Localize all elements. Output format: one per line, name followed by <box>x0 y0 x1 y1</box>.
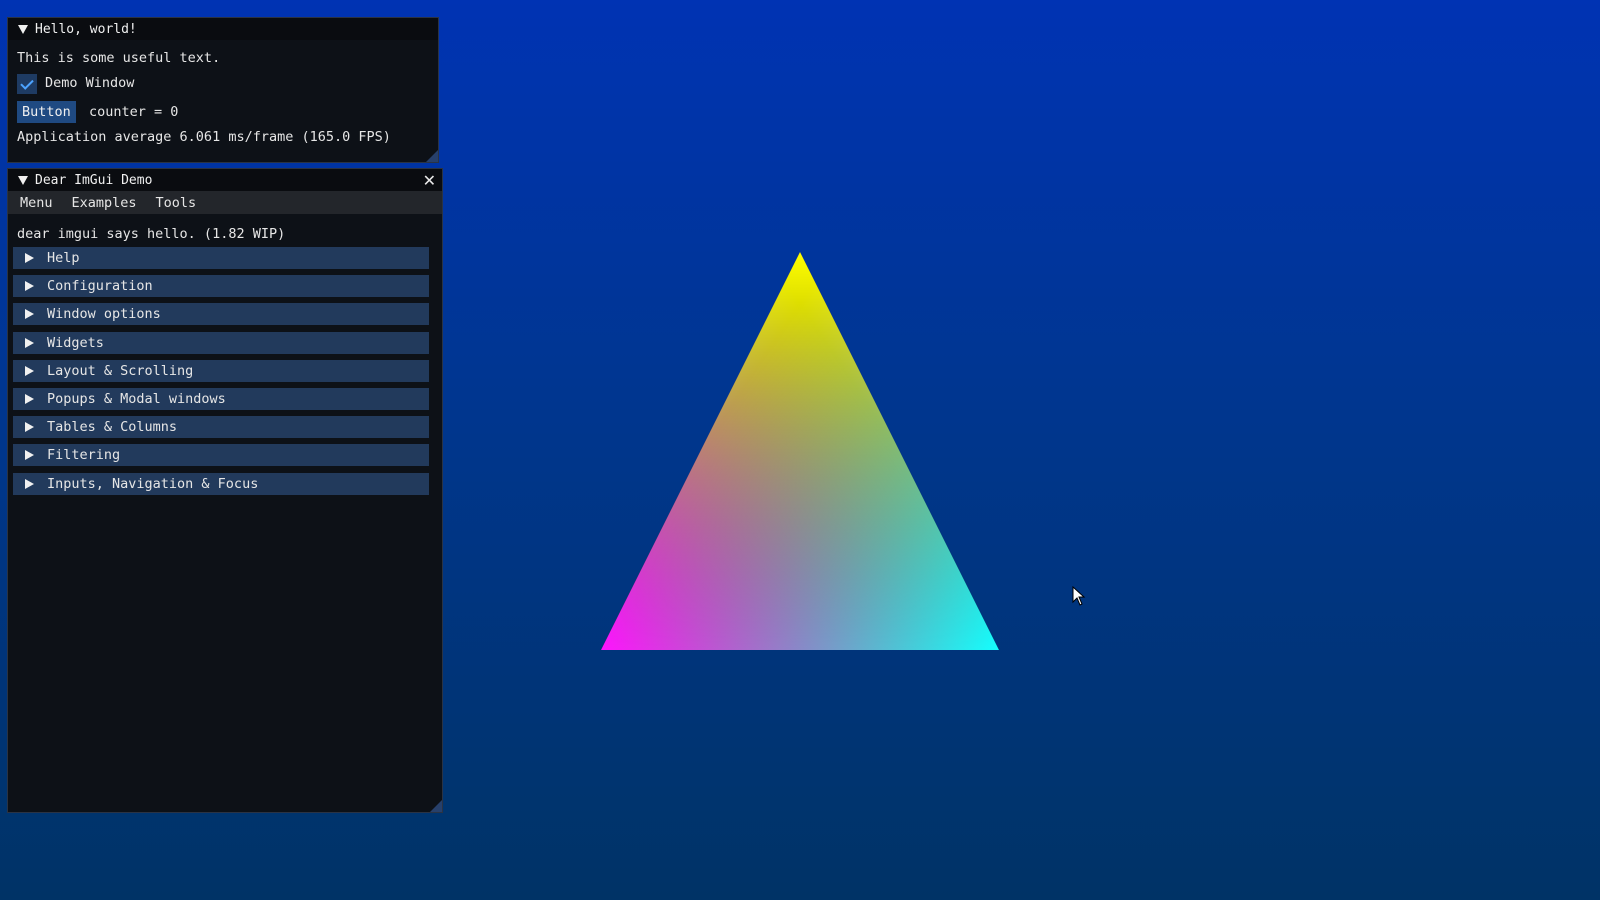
header-label: Help <box>47 250 80 266</box>
header-help[interactable]: Help <box>13 247 429 269</box>
hello-window-title: Hello, world! <box>35 21 137 37</box>
header-tables-columns[interactable]: Tables & Columns <box>13 416 429 439</box>
header-label: Window options <box>47 306 161 323</box>
resize-grip[interactable] <box>430 800 442 812</box>
tree-arrow-icon <box>25 281 34 292</box>
menu-item-tools[interactable]: Tools <box>156 195 197 211</box>
header-label: Configuration <box>47 278 153 295</box>
tree-arrow-icon <box>25 253 34 263</box>
counter-text: counter = 0 <box>89 104 179 120</box>
demo-window-titlebar[interactable]: Dear ImGui Demo ✕ <box>8 169 442 191</box>
header-filtering[interactable]: Filtering <box>13 444 429 467</box>
demo-window-checkbox[interactable] <box>17 74 37 94</box>
demo-window-title: Dear ImGui Demo <box>35 172 153 188</box>
collapse-arrow-icon[interactable] <box>18 24 28 34</box>
tree-arrow-icon <box>25 393 34 404</box>
header-layout-scrolling[interactable]: Layout & Scrolling <box>13 359 429 382</box>
tree-arrow-icon <box>25 365 34 376</box>
close-icon[interactable]: ✕ <box>423 171 436 190</box>
tree-arrow-icon <box>25 422 34 433</box>
header-inputs-navigation-focus[interactable]: Inputs, Navigation & Focus <box>13 472 429 495</box>
resize-grip[interactable] <box>426 150 438 162</box>
hello-window-titlebar[interactable]: Hello, world! <box>8 18 438 40</box>
intro-text: dear imgui says hello. (1.82 WIP) <box>17 226 286 242</box>
hello-world-window[interactable]: Hello, world! This is some useful text. … <box>7 17 439 163</box>
header-label: Filtering <box>47 447 121 464</box>
header-label: Widgets <box>47 334 104 351</box>
color-triangle <box>601 252 999 650</box>
menu-bar: Menu Examples Tools <box>8 191 442 214</box>
tree-arrow-icon <box>25 309 34 320</box>
header-window-options[interactable]: Window options <box>13 303 429 326</box>
header-popups-modal[interactable]: Popups & Modal windows <box>13 387 429 410</box>
menu-item-menu[interactable]: Menu <box>20 195 53 211</box>
counter-button[interactable]: Button <box>17 101 76 123</box>
tree-arrow-icon <box>25 450 34 461</box>
menu-item-examples[interactable]: Examples <box>72 195 137 211</box>
header-configuration[interactable]: Configuration <box>13 275 429 298</box>
header-label: Inputs, Navigation & Focus <box>47 475 259 492</box>
header-label: Tables & Columns <box>47 419 178 436</box>
tree-arrow-icon <box>25 337 34 348</box>
header-label: Layout & Scrolling <box>47 362 194 379</box>
mouse-cursor-icon <box>1072 586 1086 606</box>
imgui-demo-window[interactable]: Dear ImGui Demo ✕ Menu Examples Tools de… <box>7 168 443 813</box>
tree-arrow-icon <box>25 478 34 489</box>
header-widgets[interactable]: Widgets <box>13 331 429 354</box>
collapsing-headers: Help Configuration Window options Widget… <box>13 247 429 501</box>
checkmark-icon <box>20 75 34 90</box>
header-label: Popups & Modal windows <box>47 390 226 407</box>
collapse-arrow-icon[interactable] <box>18 175 28 185</box>
useful-text: This is some useful text. <box>17 50 221 66</box>
fps-text: Application average 6.061 ms/frame (165.… <box>17 129 391 145</box>
demo-window-checkbox-label[interactable]: Demo Window <box>45 75 134 91</box>
